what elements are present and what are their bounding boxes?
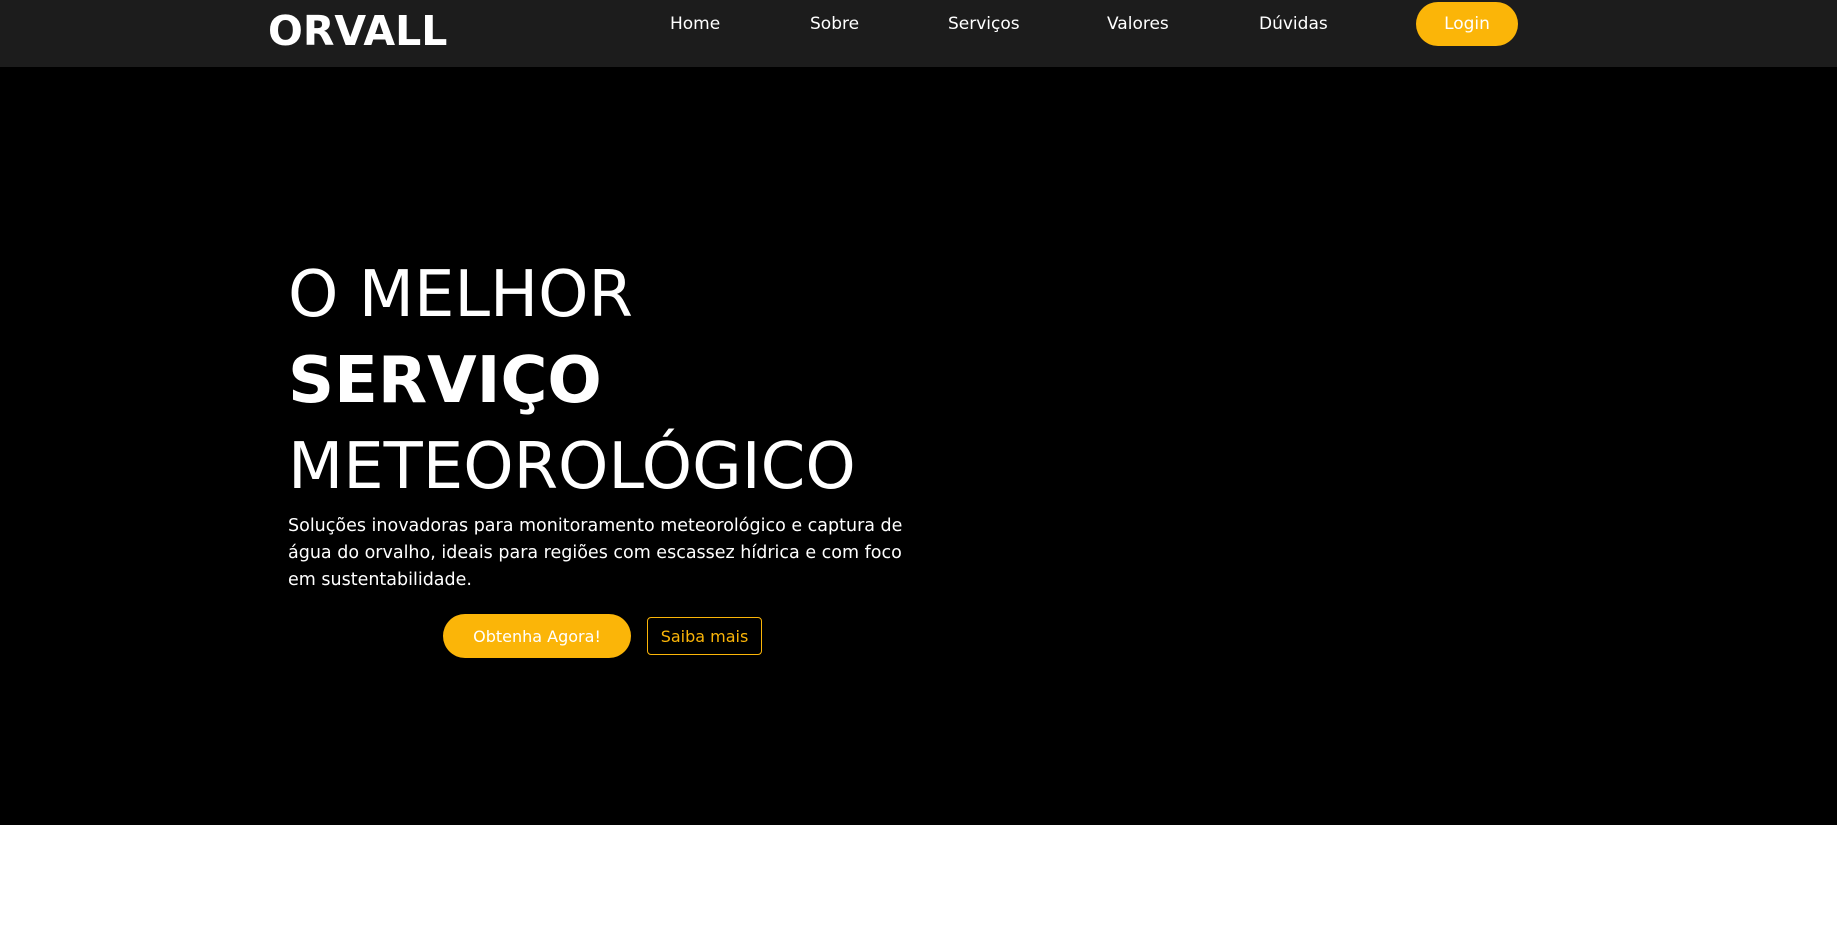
nav-link-valores[interactable]: Valores [1107,13,1169,35]
nav-link-servicos[interactable]: Serviços [948,13,1020,35]
hero-title-line-1: O MELHOR [288,258,633,332]
login-button[interactable]: Login [1416,2,1518,46]
learn-more-button[interactable]: Saiba mais [647,617,762,655]
navbar: ORVALL Home Sobre Serviços Valores Dúvid… [0,0,1837,67]
hero-section [0,67,1837,825]
get-now-button[interactable]: Obtenha Agora! [443,614,631,658]
brand-logo[interactable]: ORVALL [268,6,447,56]
nav-link-sobre[interactable]: Sobre [810,13,859,35]
nav-link-home[interactable]: Home [670,13,720,35]
hero-title-line-2: SERVIÇO [288,344,602,418]
hero-title: O MELHOR SERVIÇO METEOROLÓGICO [288,252,856,510]
hero-description: Soluções inovadoras para monitoramento m… [288,516,903,590]
nav-link-duvidas[interactable]: Dúvidas [1259,13,1328,35]
hero-title-line-3: METEOROLÓGICO [288,430,856,504]
